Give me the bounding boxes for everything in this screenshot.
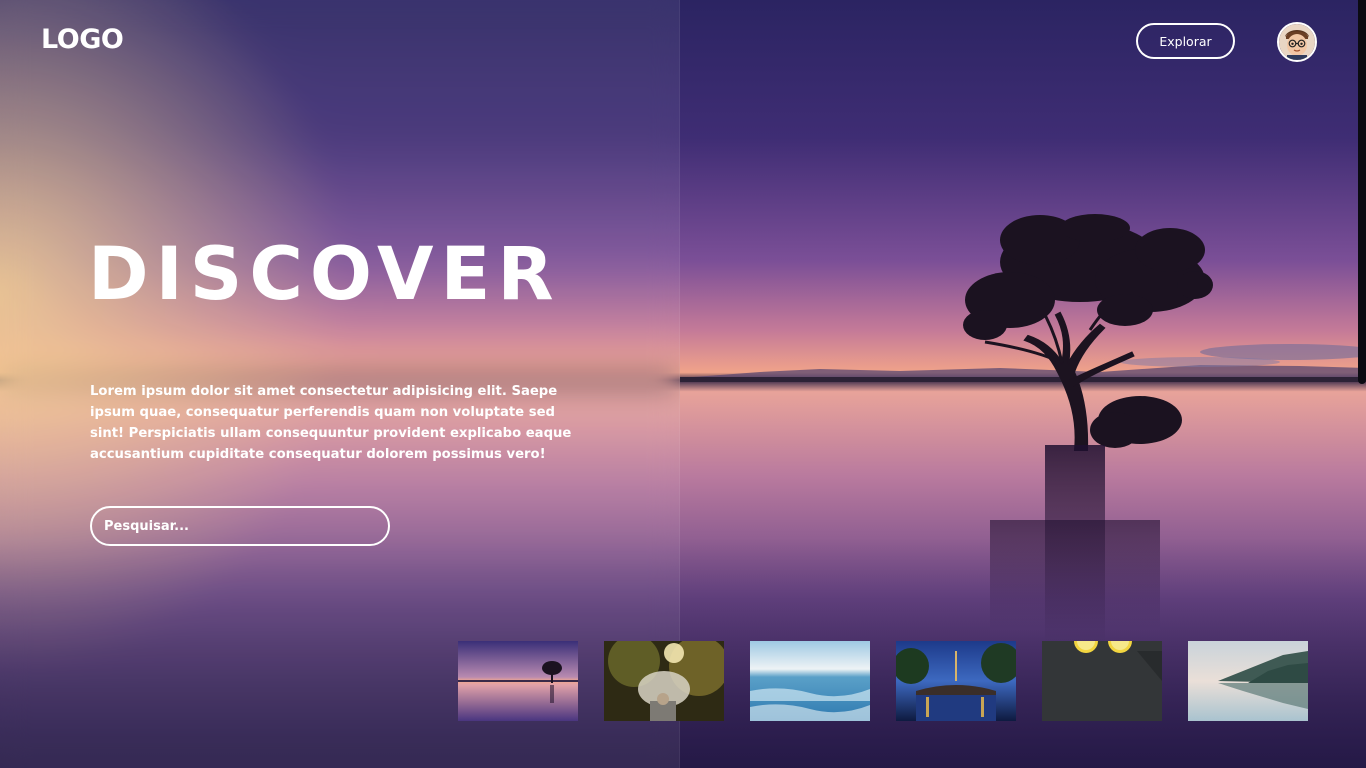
hero-title: DISCOVER xyxy=(88,232,561,317)
user-avatar-icon[interactable] xyxy=(1277,22,1317,62)
scrollbar-thumb[interactable] xyxy=(1358,0,1366,384)
thumbnail-night-bridge[interactable] xyxy=(896,641,1016,721)
search-input[interactable] xyxy=(102,517,376,535)
thumbnail-umbrella-forest[interactable] xyxy=(604,641,724,721)
explore-button[interactable]: Explorar xyxy=(1136,23,1235,59)
avatar-face-icon xyxy=(1279,24,1315,60)
search-box[interactable] xyxy=(90,506,390,546)
logo[interactable]: LOGO xyxy=(41,24,124,55)
thumbnail-sunset-tree[interactable] xyxy=(458,641,578,721)
hero-description: Lorem ipsum dolor sit amet consectetur a… xyxy=(90,384,572,462)
thumbnail-ocean-waves[interactable] xyxy=(750,641,870,721)
thumbnail-mountain-lake[interactable] xyxy=(1188,641,1308,721)
page: LOGO Explorar DISCOVER Lorem ipsum dolor… xyxy=(0,0,1366,768)
thumbnail-lemons-slate[interactable] xyxy=(1042,641,1162,721)
thumbnail-gallery xyxy=(458,641,1308,721)
